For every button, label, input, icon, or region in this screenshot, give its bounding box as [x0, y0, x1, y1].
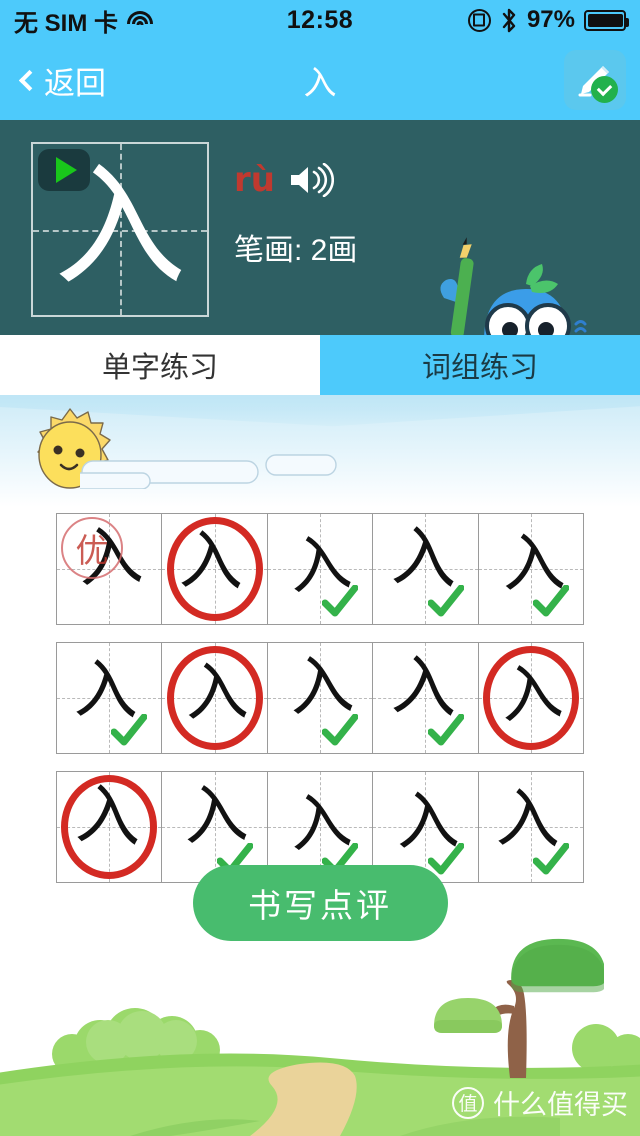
- character-panel: 入 rù 笔画: 2画: [0, 120, 640, 335]
- excellent-stamp: 优: [61, 517, 123, 579]
- practice-cell[interactable]: 入: [57, 643, 163, 753]
- check-icon: [110, 713, 148, 748]
- check-badge-icon: [591, 76, 618, 103]
- practice-cell[interactable]: 入: [478, 643, 584, 753]
- practice-cell[interactable]: 入: [267, 514, 374, 624]
- chevron-left-icon: [18, 69, 41, 91]
- watermark-text: 什么值得买: [493, 1090, 628, 1120]
- bluetooth-icon: [500, 8, 518, 33]
- table-row: 入 入 入 入 入: [56, 642, 584, 754]
- pinyin-row: rù: [234, 160, 334, 200]
- tab-word-group-label: 词组练习: [421, 352, 538, 384]
- review-button-container: 书写点评: [0, 865, 640, 941]
- check-icon: [321, 584, 359, 619]
- back-button[interactable]: 返回: [0, 58, 106, 103]
- pinyin-label: rù: [234, 160, 275, 200]
- status-bar: 无 SIM 卡 12:58 97%: [0, 0, 640, 40]
- tab-single-character[interactable]: 单字练习: [0, 335, 320, 395]
- check-icon: [427, 584, 465, 619]
- writing-review-button[interactable]: 书写点评: [192, 865, 448, 941]
- play-icon[interactable]: [38, 149, 90, 191]
- tab-word-group[interactable]: 词组练习: [320, 335, 640, 395]
- watermark-badge: 值: [452, 1086, 484, 1119]
- practice-cell[interactable]: 入: [267, 643, 374, 753]
- practice-cell[interactable]: 入: [478, 514, 584, 624]
- practice-grid: 入 优 入 入 入 入 入 入 入 入 入 入 入 入 入 入: [0, 513, 640, 900]
- landscape-illustration: 值 什么值得买: [0, 938, 640, 1136]
- character-preview-grid: 入: [31, 142, 209, 317]
- written-character: 入: [185, 656, 250, 730]
- table-row: 入 优 入 入 入 入: [56, 513, 584, 625]
- practice-cell[interactable]: 入: [162, 514, 268, 624]
- watermark: 值 什么值得买: [452, 1083, 628, 1122]
- stroke-count-label: 笔画: 2画: [234, 234, 358, 267]
- tree-icon: [414, 930, 606, 1080]
- status-clock: 12:58: [286, 5, 354, 34]
- check-icon: [532, 584, 570, 619]
- pen-edit-icon: [573, 58, 618, 103]
- speaker-icon[interactable]: [288, 162, 334, 198]
- written-character: 入: [178, 523, 246, 601]
- written-character: 入: [389, 647, 461, 728]
- rotation-lock-icon: [467, 8, 491, 32]
- practice-cell[interactable]: 入: [373, 643, 479, 753]
- edit-button[interactable]: [564, 50, 626, 110]
- cloud-icon: [59, 455, 260, 490]
- tab-single-character-label: 单字练习: [101, 352, 218, 384]
- practice-cell[interactable]: 入: [373, 514, 479, 624]
- battery-icon: [584, 9, 629, 31]
- check-icon: [321, 713, 359, 748]
- written-character: 入: [497, 656, 565, 733]
- check-icon: [427, 713, 465, 748]
- practice-tabs: 单字练习 词组练习: [0, 335, 640, 395]
- cloud-icon: [265, 453, 337, 477]
- bird-mascot-icon: [422, 236, 592, 335]
- practice-cell[interactable]: 入 优: [57, 514, 163, 624]
- practice-content: 入 优 入 入 入 入 入 入 入 入 入 入 入 入 入 入 书写点评 值 什…: [0, 395, 640, 1136]
- written-character: 入: [286, 527, 355, 604]
- navigation-bar: 返回 入: [0, 40, 640, 120]
- back-button-label: 返回: [44, 65, 106, 101]
- practice-cell[interactable]: 入: [162, 643, 268, 753]
- written-character: 入: [389, 518, 461, 599]
